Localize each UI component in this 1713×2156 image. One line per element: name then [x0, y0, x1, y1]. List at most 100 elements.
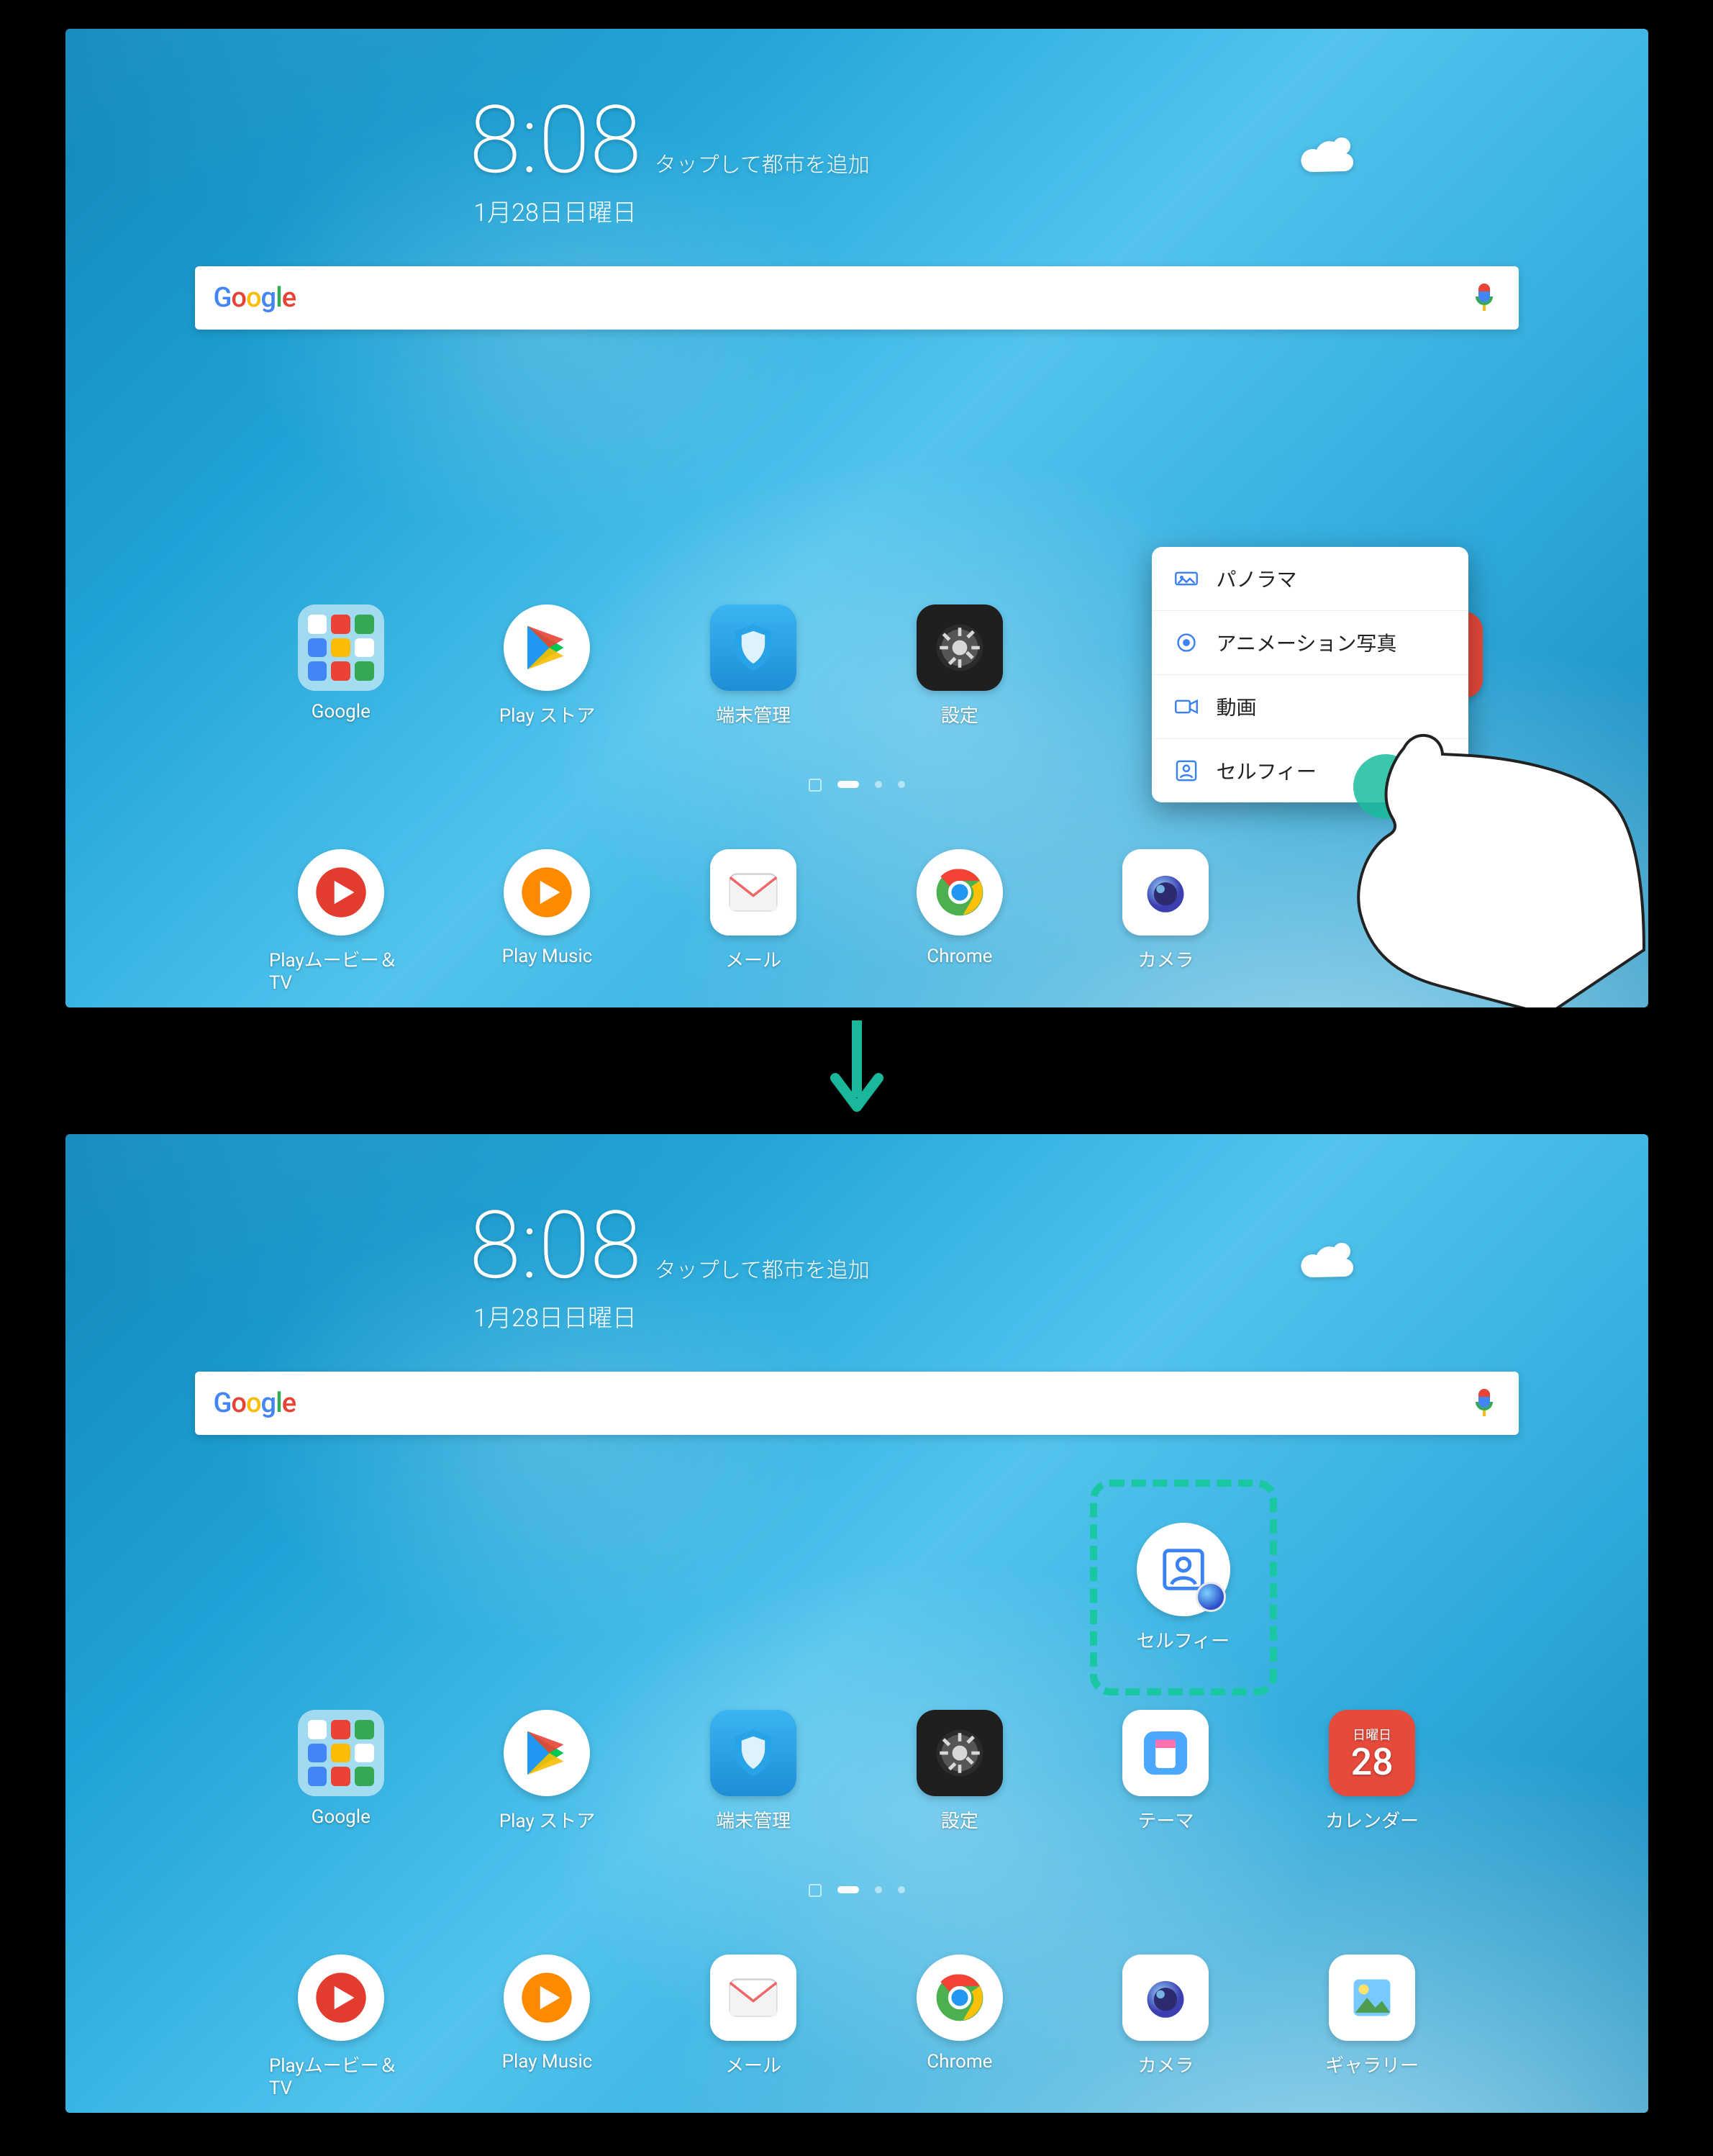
- panorama-icon: [1172, 564, 1201, 593]
- page-dot[interactable]: [837, 1886, 859, 1893]
- play-music-icon: [504, 1955, 590, 2041]
- popup-item-label: セルフィー: [1217, 756, 1317, 785]
- settings-app[interactable]: 設定: [888, 1710, 1032, 1833]
- camera-app[interactable]: カメラ: [1094, 849, 1237, 994]
- app-label: Play Music: [502, 946, 593, 967]
- selfie-shortcut-highlight: セルフィー: [1090, 1480, 1277, 1695]
- camera-icon: [1122, 849, 1209, 936]
- theme-icon: [1122, 1710, 1209, 1796]
- google-search-bar[interactable]: Google: [195, 266, 1519, 330]
- app-label: Google: [312, 701, 371, 723]
- app-label: 設定: [941, 1806, 978, 1833]
- app-label: Play ストア: [499, 701, 595, 728]
- app-label: ギャラリー: [1325, 2051, 1419, 2078]
- gear-icon: [917, 1710, 1003, 1796]
- calendar-day: 28: [1351, 1744, 1394, 1781]
- play-movies-app[interactable]: Playムービー＆TV: [269, 849, 413, 994]
- weather-widget[interactable]: [1291, 1224, 1360, 1296]
- folder-icon: [298, 1710, 384, 1796]
- google-search-bar[interactable]: Google: [195, 1372, 1519, 1435]
- popup-item-panorama[interactable]: パノラマ: [1152, 547, 1468, 610]
- calendar-icon: 日曜日 28: [1329, 1710, 1415, 1796]
- camera-icon: [1122, 1955, 1209, 2041]
- play-store-app[interactable]: Play ストア: [475, 1710, 619, 1833]
- app-label: Play Music: [502, 2051, 593, 2073]
- clock-add-city-hint[interactable]: タップして都市を追加: [655, 1252, 870, 1284]
- voice-search-icon[interactable]: [1468, 1386, 1500, 1421]
- voice-search-icon[interactable]: [1468, 281, 1500, 315]
- chrome-icon: [917, 849, 1003, 936]
- status-widgets: 8:08 タップして都市を追加 1月28日日曜日: [65, 94, 1648, 228]
- play-store-icon: [504, 1710, 590, 1796]
- mail-app[interactable]: メール: [681, 1955, 825, 2099]
- play-store-icon: [504, 604, 590, 691]
- clock-add-city-hint[interactable]: タップして都市を追加: [655, 147, 870, 178]
- gallery-app[interactable]: ギャラリー: [1300, 1955, 1444, 2099]
- phone-manager-app[interactable]: 端末管理: [681, 1710, 825, 1833]
- mail-app[interactable]: メール: [681, 849, 825, 994]
- settings-app[interactable]: 設定: [888, 604, 1032, 728]
- weather-widget[interactable]: [1291, 119, 1360, 191]
- chrome-icon: [917, 1955, 1003, 2041]
- page-dot[interactable]: [898, 1886, 905, 1893]
- transition-arrow-icon: [0, 1020, 1713, 1121]
- shield-icon: [710, 1710, 796, 1796]
- page-dot[interactable]: [875, 781, 882, 788]
- record-icon: [1172, 628, 1201, 657]
- home-page-dot[interactable]: [809, 1884, 822, 1897]
- play-movies-app[interactable]: Playムービー＆TV: [269, 1955, 413, 2099]
- app-grid-row-2: Playムービー＆TV Play Music メール Chrome カメラ: [238, 849, 1476, 994]
- clock-widget[interactable]: 8:08 タップして都市を追加 1月28日日曜日: [469, 1199, 869, 1333]
- chrome-app[interactable]: Chrome: [888, 849, 1032, 994]
- google-folder[interactable]: Google: [269, 1710, 413, 1833]
- clock-widget[interactable]: 8:08 タップして都市を追加 1月28日日曜日: [469, 94, 869, 228]
- popup-item-label: パノラマ: [1217, 564, 1297, 593]
- play-music-app[interactable]: Play Music: [475, 1955, 619, 2099]
- app-label: Chrome: [927, 2051, 992, 2073]
- themes-app[interactable]: テーマ: [1094, 1710, 1237, 1833]
- camera-lens-badge-icon: [1196, 1582, 1226, 1612]
- page-indicator[interactable]: [65, 1886, 1648, 1897]
- play-music-app[interactable]: Play Music: [475, 849, 619, 994]
- clock-time: 8:08: [469, 1199, 641, 1292]
- play-store-app[interactable]: Play ストア: [475, 604, 619, 728]
- app-grid-row-2: Playムービー＆TV Play Music メール Chrome カメラ ギャ…: [238, 1955, 1476, 2099]
- tablet-home-screen-before: 8:08 タップして都市を追加 1月28日日曜日 Google 日曜日 28 G…: [65, 29, 1648, 1007]
- calendar-app[interactable]: 日曜日 28 カレンダー: [1300, 1710, 1444, 1833]
- google-folder[interactable]: Google: [269, 604, 413, 728]
- home-page-dot[interactable]: [809, 779, 822, 792]
- selfie-icon: [1172, 756, 1201, 785]
- page-dot[interactable]: [837, 781, 859, 788]
- phone-manager-app[interactable]: 端末管理: [681, 604, 825, 728]
- hand-pointer-illustration: [1317, 727, 1648, 1007]
- app-label: Chrome: [927, 946, 992, 967]
- app-grid-row-1: Google Play ストア 端末管理 設定 テーマ 日曜日 28 カレンダー: [238, 1710, 1476, 1833]
- popup-item-label: 動画: [1217, 692, 1257, 721]
- google-logo: Google: [214, 282, 296, 314]
- app-label: メール: [725, 946, 781, 972]
- clock-date: 1月28日日曜日: [473, 193, 637, 228]
- app-label: カメラ: [1137, 946, 1194, 972]
- status-widgets: 8:08 タップして都市を追加 1月28日日曜日: [65, 1199, 1648, 1333]
- clock-time: 8:08: [469, 94, 641, 187]
- app-label: 設定: [941, 701, 978, 728]
- app-label: Playムービー＆TV: [269, 946, 413, 994]
- mail-icon: [710, 849, 796, 936]
- app-label: Play ストア: [499, 1806, 595, 1833]
- gallery-icon: [1329, 1955, 1415, 2041]
- tablet-home-screen-after: 8:08 タップして都市を追加 1月28日日曜日 Google セルフィー: [65, 1134, 1648, 2113]
- app-label: カレンダー: [1325, 1806, 1419, 1833]
- camera-app[interactable]: カメラ: [1094, 1955, 1237, 2099]
- selfie-shortcut[interactable]: [1137, 1523, 1230, 1616]
- popup-item-animation-photo[interactable]: アニメーション写真: [1152, 610, 1468, 674]
- app-label: テーマ: [1137, 1806, 1194, 1833]
- page-dot[interactable]: [898, 781, 905, 788]
- app-label: 端末管理: [716, 1806, 791, 1833]
- video-icon: [1172, 692, 1201, 721]
- shield-icon: [710, 604, 796, 691]
- chrome-app[interactable]: Chrome: [888, 1955, 1032, 2099]
- play-music-icon: [504, 849, 590, 936]
- clock-date: 1月28日日曜日: [473, 1298, 637, 1333]
- gear-icon: [917, 604, 1003, 691]
- page-dot[interactable]: [875, 1886, 882, 1893]
